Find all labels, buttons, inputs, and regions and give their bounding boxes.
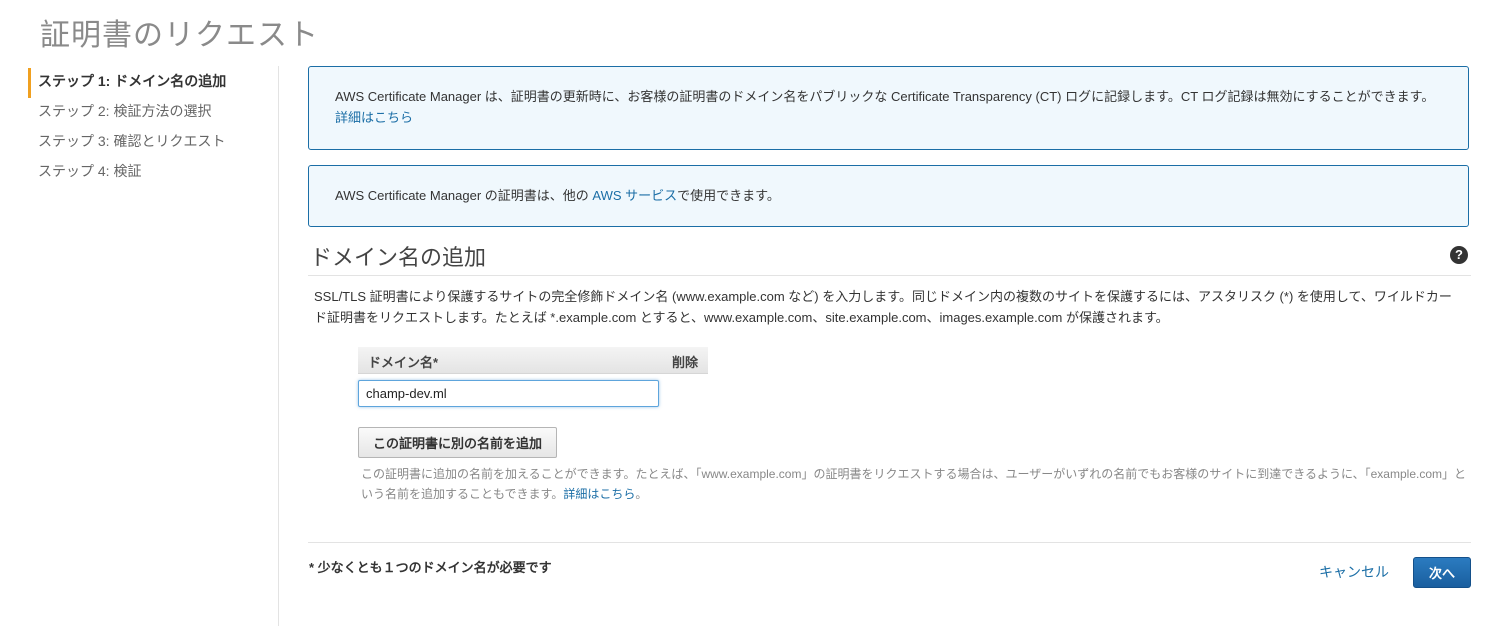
section-divider [308, 275, 1471, 276]
aws-services-link[interactable]: AWS サービス [592, 188, 677, 203]
aws-services-info-box: AWS Certificate Manager の証明書は、他の AWS サービ… [308, 165, 1469, 227]
add-another-name-button[interactable]: この証明書に別の名前を追加 [358, 427, 558, 458]
delete-column-header: 削除 [671, 355, 698, 370]
step-4-validation[interactable]: ステップ 4: 検証 [28, 158, 278, 188]
cancel-link[interactable]: キャンセル [1319, 562, 1389, 582]
section-description: SSL/TLS 証明書により保護するサイトの完全修飾ドメイン名 (www.exa… [314, 289, 1452, 325]
step-1-domain-names[interactable]: ステップ 1: ドメイン名の追加 [28, 68, 278, 98]
aws-services-info-text-after: で使用できます。 [677, 188, 780, 203]
domain-name-column-header: ドメイン名* [368, 355, 439, 370]
add-name-hint: この証明書に追加の名前を加えることができます。たとえば、「www.example… [361, 464, 1471, 504]
required-note: * 少なくとも１つのドメイン名が必要です [309, 560, 552, 575]
help-icon[interactable]: ? [1450, 246, 1468, 264]
step-3-review-request[interactable]: ステップ 3: 確認とリクエスト [28, 128, 278, 158]
add-name-learn-more-link[interactable]: 詳細はこちら [563, 487, 635, 501]
domain-table-header: ドメイン名* 削除 [358, 347, 708, 374]
add-name-hint-after: 。 [635, 487, 648, 501]
add-name-hint-text: この証明書に追加の名前を加えることができます。たとえば、「www.example… [361, 467, 1466, 501]
ct-logging-info-box: AWS Certificate Manager は、証明書の更新時に、お客様の証… [308, 66, 1469, 150]
page-title: 証明書のリクエスト [40, 19, 319, 52]
footer-divider [308, 542, 1471, 543]
step-2-validation-method[interactable]: ステップ 2: 検証方法の選択 [28, 98, 278, 128]
aws-services-info-text-before: AWS Certificate Manager の証明書は、他の [335, 188, 593, 203]
sidebar-divider [278, 66, 279, 626]
steps-nav: ステップ 1: ドメイン名の追加 ステップ 2: 検証方法の選択 ステップ 3:… [28, 68, 278, 188]
section-title: ドメイン名の追加 [310, 245, 487, 270]
ct-logging-info-text: AWS Certificate Manager は、証明書の更新時に、お客様の証… [335, 89, 1435, 104]
next-button[interactable]: 次へ [1413, 557, 1471, 588]
domain-name-input[interactable] [358, 380, 659, 407]
ct-logging-learn-more-link[interactable]: 詳細はこちら [335, 110, 413, 125]
